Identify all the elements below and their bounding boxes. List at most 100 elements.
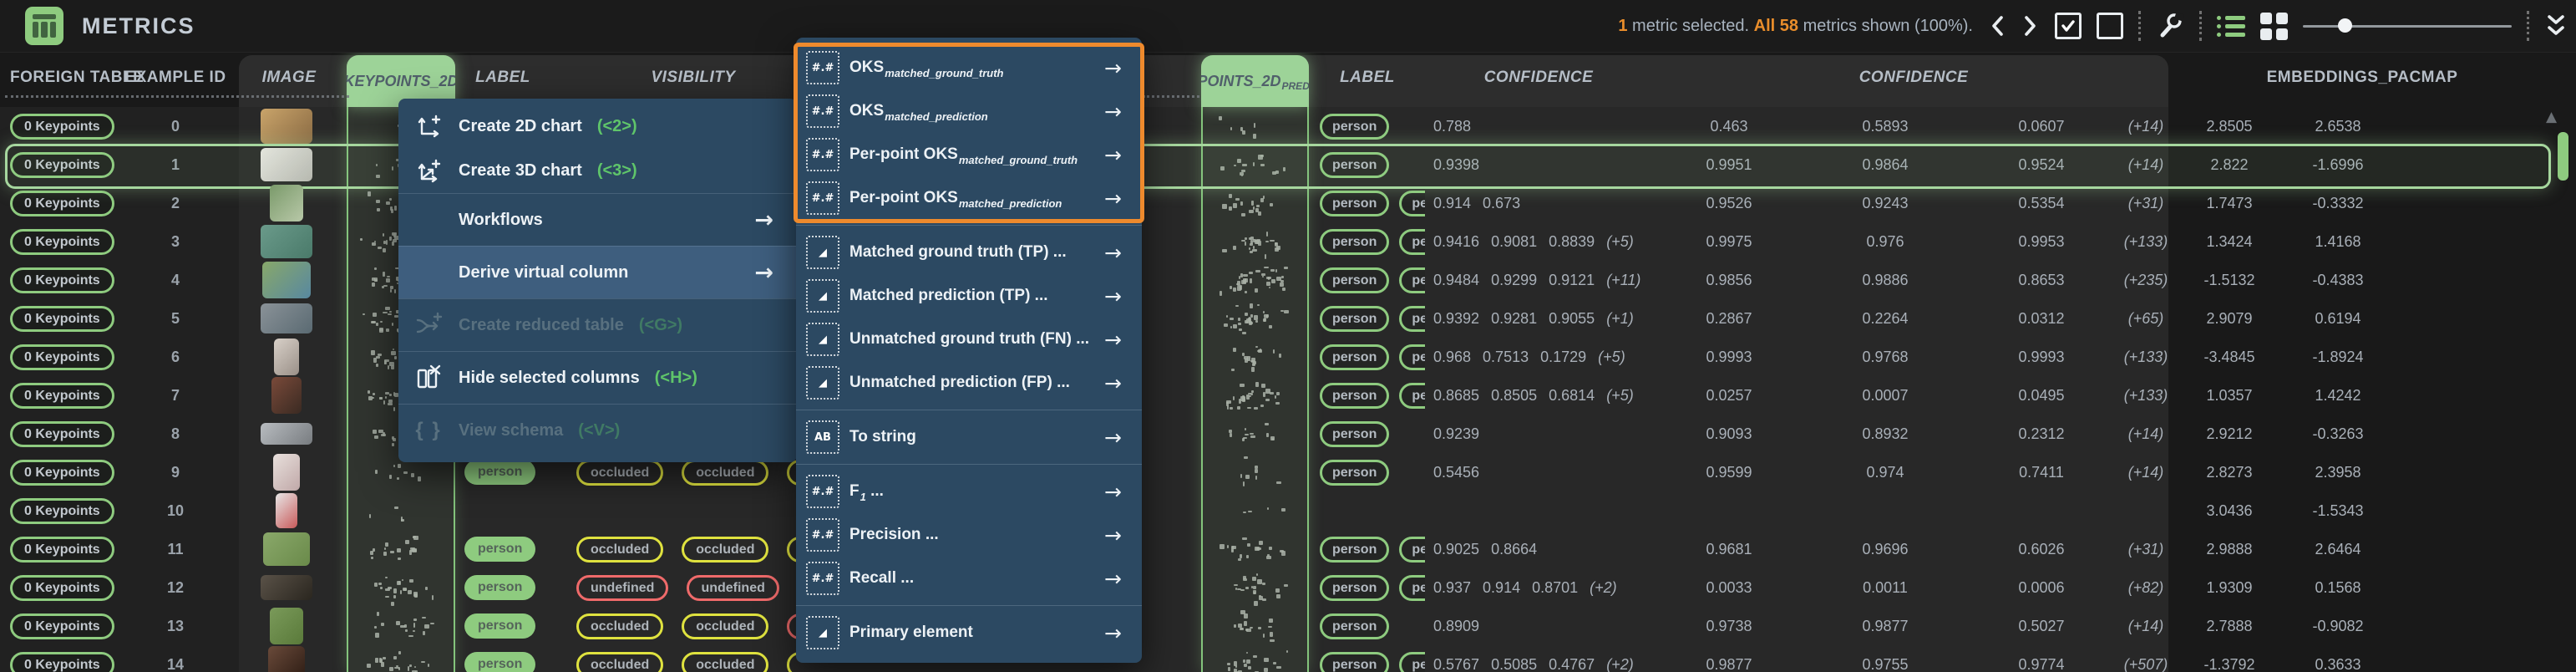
select-all-checkbox[interactable]	[2055, 8, 2082, 44]
embedding-y-cell[interactable]: -0.4383	[2285, 261, 2391, 299]
confidence2-cell[interactable]: 0.02570.00070.0495(+133)	[1658, 376, 2173, 415]
foreign-table-cell[interactable]: 0 Keypoints	[10, 344, 114, 370]
example-id-cell[interactable]: 2	[125, 184, 226, 222]
embedding-y-cell[interactable]: -1.5343	[2285, 491, 2391, 530]
confidence-cell[interactable]: 0.93920.92810.9055(+1)	[1433, 299, 1681, 338]
foreign-table-cell[interactable]: 0 Keypoints	[10, 306, 114, 332]
embedding-y-cell[interactable]: 0.3633	[2285, 645, 2391, 672]
submenu-item-precision[interactable]: #.#Precision ...→	[796, 513, 1142, 557]
grid-view-toggle[interactable]	[2260, 8, 2288, 44]
keypoints-2d-prediction-cell[interactable]	[1203, 222, 1307, 261]
embedding-y-cell[interactable]: 0.1568	[2285, 568, 2391, 607]
embedding-x-cell[interactable]: 2.822	[2178, 145, 2280, 184]
keypoints-2d-prediction-cell[interactable]	[1203, 453, 1307, 491]
table-row[interactable]: 0 Keypoints6personperson0.9680.75130.172…	[0, 338, 2556, 376]
menu-item-create-3d-chart[interactable]: Create 3D chart(<3>)	[398, 149, 797, 193]
keypoints-2d-prediction-cell[interactable]	[1203, 184, 1307, 222]
confidence2-cell[interactable]: 0.96810.96960.6026(+31)	[1658, 530, 2173, 568]
visibility-cell[interactable]: undefinedundefined	[576, 575, 796, 601]
embedding-x-cell[interactable]: 1.7473	[2178, 184, 2280, 222]
confidence2-cell[interactable]: 0.98560.98860.8653(+235)	[1658, 261, 2173, 299]
foreign-table-cell[interactable]: 0 Keypoints	[10, 498, 114, 524]
submenu-item-recall[interactable]: #.#Recall ...→	[796, 557, 1142, 600]
embedding-x-cell[interactable]: 2.8505	[2178, 107, 2280, 145]
menu-item-derive-virtual-column[interactable]: Derive virtual column→	[398, 246, 797, 298]
table-row[interactable]: 0 Keypoints5personperson0.93920.92810.90…	[0, 299, 2556, 338]
keypoints-2d-cell[interactable]	[348, 491, 454, 530]
confidence-cell[interactable]: 0.9680.75130.1729(+5)	[1433, 338, 1681, 376]
collapse-panel-button[interactable]	[2544, 8, 2568, 44]
row-height-slider[interactable]	[2303, 11, 2512, 41]
confidence2-cell[interactable]: 0.90930.89320.2312(+14)	[1658, 415, 2173, 453]
embedding-x-cell[interactable]: 2.9212	[2178, 415, 2280, 453]
prediction-label-cell[interactable]: personperson	[1320, 306, 1425, 332]
image-cell[interactable]	[260, 184, 313, 222]
image-cell[interactable]	[260, 415, 313, 453]
keypoints-2d-prediction-cell[interactable]	[1203, 415, 1307, 453]
table-row[interactable]: 0 Keypoints1person0.93980.99510.98640.95…	[0, 145, 2556, 184]
submenu-item-per-point-oks-matched-prediction[interactable]: #.#Per-point OKSmatched_prediction→	[796, 176, 1142, 220]
confidence2-cell[interactable]: 0.4630.58930.0607(+14)	[1658, 107, 2173, 145]
header-embeddings-pacmap[interactable]: EMBEDDINGS_PACMAP	[2262, 52, 2462, 104]
embedding-x-cell[interactable]: 2.7888	[2178, 607, 2280, 645]
label-cell[interactable]: person	[464, 652, 535, 672]
confidence2-cell[interactable]: 0.95990.9740.7411(+14)	[1658, 453, 2173, 491]
keypoints-2d-cell[interactable]	[348, 607, 454, 645]
image-cell[interactable]	[260, 530, 313, 568]
header-confidence-right[interactable]: CONFIDENCE	[1864, 52, 1964, 104]
embedding-x-cell[interactable]: 1.3424	[2178, 222, 2280, 261]
embedding-y-cell[interactable]: -1.6996	[2285, 145, 2391, 184]
scroll-up-arrow[interactable]: ▲	[2546, 109, 2557, 125]
keypoints-2d-prediction-cell[interactable]	[1203, 299, 1307, 338]
confidence-cell[interactable]: 0.94160.90810.8839(+5)	[1433, 222, 1681, 261]
image-cell[interactable]	[260, 607, 313, 645]
foreign-table-cell[interactable]: 0 Keypoints	[10, 229, 114, 255]
embedding-x-cell[interactable]: -1.3792	[2178, 645, 2280, 672]
header-label-right[interactable]: LABEL	[1317, 52, 1417, 104]
embedding-y-cell[interactable]: 2.3958	[2285, 453, 2391, 491]
image-cell[interactable]	[260, 145, 313, 184]
label-cell[interactable]: person	[464, 613, 535, 639]
keypoints-2d-cell[interactable]	[348, 568, 454, 607]
table-row[interactable]: 0 Keypoints14personoccludedoccludedocclu…	[0, 645, 2556, 672]
confidence2-cell[interactable]: 0.99930.97680.9993(+133)	[1658, 338, 2173, 376]
list-view-toggle[interactable]	[2217, 8, 2245, 44]
confidence-cell[interactable]: 0.9398	[1433, 145, 1681, 184]
example-id-cell[interactable]: 12	[125, 568, 226, 607]
image-cell[interactable]	[260, 491, 313, 530]
submenu-item-oks-matched-prediction[interactable]: #.#OKSmatched_prediction→	[796, 89, 1142, 133]
menu-item-create-2d-chart[interactable]: Create 2D chart(<2>)	[398, 104, 797, 149]
image-cell[interactable]	[260, 453, 313, 491]
keypoints-2d-prediction-cell[interactable]	[1203, 645, 1307, 672]
visibility-cell[interactable]: occludedoccludedoccluded	[576, 537, 796, 563]
table-row[interactable]: 0 Keypoints8person0.92390.90930.89320.23…	[0, 415, 2556, 453]
submenu-item-unmatched-prediction-fp[interactable]: ◢Unmatched prediction (FP) ...→	[796, 361, 1142, 405]
prediction-label-cell[interactable]: personperson	[1320, 575, 1425, 601]
prediction-label-cell[interactable]: person	[1320, 460, 1425, 486]
table-row[interactable]: 0 Keypoints7personperson0.86850.85050.68…	[0, 376, 2556, 415]
embedding-x-cell[interactable]: -1.5132	[2178, 261, 2280, 299]
vertical-scrollbar-thumb[interactable]	[2558, 132, 2568, 181]
confidence2-cell[interactable]: 0.97380.98770.5027(+14)	[1658, 607, 2173, 645]
confidence2-cell[interactable]: 0.99510.98640.9524(+14)	[1658, 145, 2173, 184]
prediction-label-cell[interactable]: personperson	[1320, 383, 1425, 409]
prediction-label-cell[interactable]: personperson	[1320, 267, 1425, 293]
submenu-item-unmatched-ground-truth-fn[interactable]: ◢Unmatched ground truth (FN) ...→	[796, 318, 1142, 361]
embedding-y-cell[interactable]: -0.3332	[2285, 184, 2391, 222]
embedding-x-cell[interactable]: 1.0357	[2178, 376, 2280, 415]
confidence-cell[interactable]: 0.86850.85050.6814(+5)	[1433, 376, 1681, 415]
keypoints-2d-cell[interactable]	[348, 645, 454, 672]
table-row[interactable]: 0 Keypoints9personoccludedoccludedocclud…	[0, 453, 2556, 491]
prediction-label-cell[interactable]: person	[1320, 421, 1425, 447]
table-row[interactable]: 0 Keypoints12personundefinedundefinedper…	[0, 568, 2556, 607]
example-id-cell[interactable]: 7	[125, 376, 226, 415]
prediction-label-cell[interactable]: personperson	[1320, 537, 1425, 563]
settings-button[interactable]	[2156, 8, 2184, 44]
keypoints-2d-prediction-cell[interactable]	[1203, 107, 1307, 145]
header-confidence-left[interactable]: CONFIDENCE	[1488, 52, 1589, 104]
example-id-cell[interactable]: 14	[125, 645, 226, 672]
label-cell[interactable]: person	[464, 575, 535, 600]
visibility-cell[interactable]: occludedoccludedoccluded	[576, 460, 796, 486]
image-cell[interactable]	[260, 376, 313, 415]
embedding-x-cell[interactable]: 1.9309	[2178, 568, 2280, 607]
